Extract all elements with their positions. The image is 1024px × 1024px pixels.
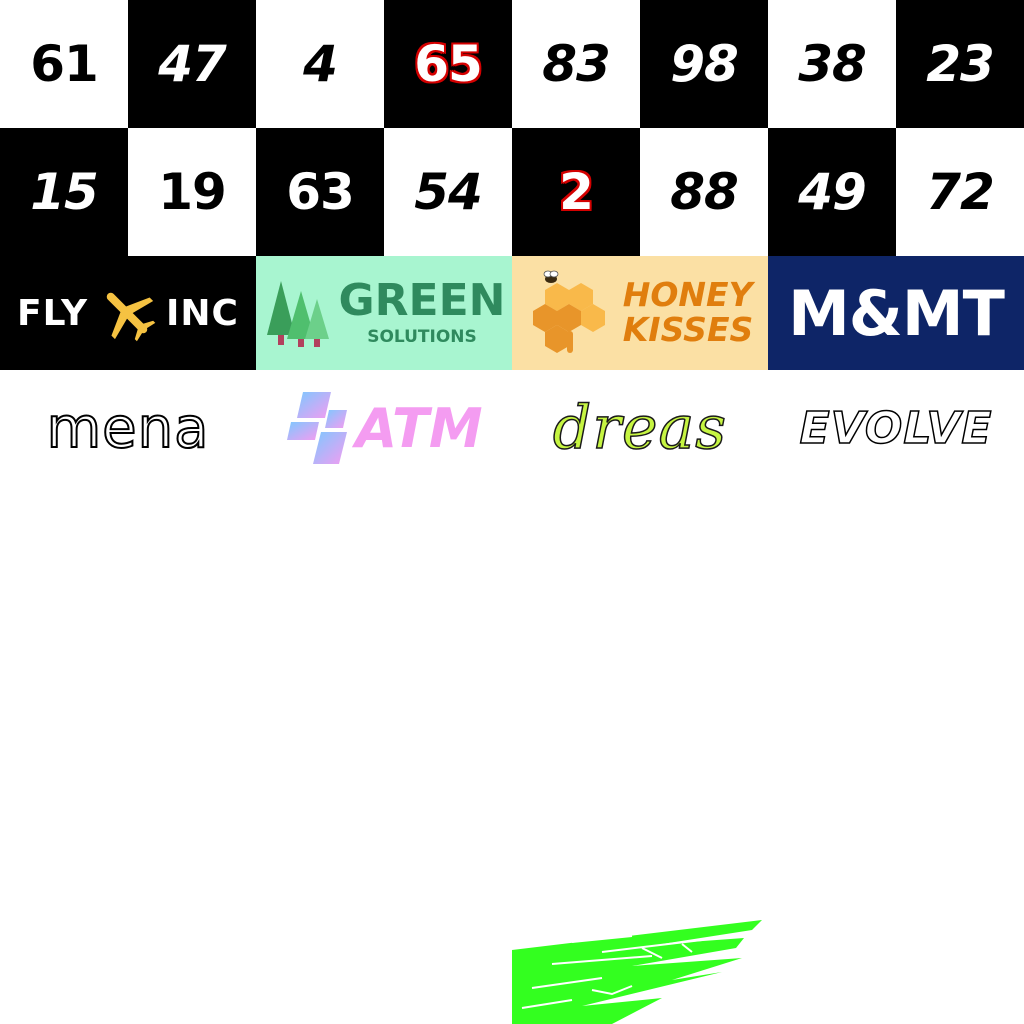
honey-kisses-banner: HONEY KISSES: [512, 256, 768, 370]
number-cell: 38: [768, 0, 896, 128]
number-cell: 2: [512, 128, 640, 256]
green-title: GREEN: [338, 275, 506, 326]
evolve-logo: EVOLVE: [768, 384, 1024, 472]
inc-word: INC: [166, 292, 239, 334]
airplane-icon: [96, 282, 158, 344]
mena-logo: mena: [0, 384, 256, 472]
dreas-text: dreas: [552, 392, 728, 464]
green-subtitle: SOLUTIONS: [367, 327, 477, 347]
mmt-title: M&MT: [788, 276, 1005, 350]
number-cell: 54: [384, 128, 512, 256]
atm-logo: ATM: [256, 384, 512, 472]
number-cell: 83: [512, 0, 640, 128]
number-cell: 4: [256, 0, 384, 128]
fly-word: FLY: [17, 292, 89, 334]
honey-line2: KISSES: [622, 310, 754, 349]
fly-inc-banner: FLY INC: [0, 256, 256, 370]
number-cell: 23: [896, 0, 1024, 128]
number-cell: 63: [256, 128, 384, 256]
number-cell: 19: [128, 128, 256, 256]
number-cell: 15: [0, 128, 128, 256]
number-cell: 61: [0, 0, 128, 128]
number-cell: 65: [384, 0, 512, 128]
evolve-text: EVOLVE: [799, 402, 993, 455]
green-speed-streak: [512, 920, 762, 1024]
number-cell: 72: [896, 128, 1024, 256]
number-cell: 47: [128, 0, 256, 128]
gradient-blocks-icon: [285, 390, 351, 466]
mmt-banner: M&MT: [768, 256, 1024, 370]
number-cell: 88: [640, 128, 768, 256]
pine-trees-icon: [263, 277, 333, 349]
number-grid: 61 47 4 65 83 98 38 23 15 19 63 54 2 88 49 72: [0, 0, 1024, 256]
green-solutions-banner: GREEN SOLUTIONS: [256, 256, 512, 370]
atm-text: ATM: [355, 396, 483, 460]
number-cell: 98: [640, 0, 768, 128]
dreas-logo: dreas: [512, 384, 768, 472]
honey-line1: HONEY: [622, 275, 753, 315]
number-cell: 49: [768, 128, 896, 256]
mena-text: mena: [46, 395, 210, 462]
honeycomb-bee-icon: [527, 267, 617, 359]
